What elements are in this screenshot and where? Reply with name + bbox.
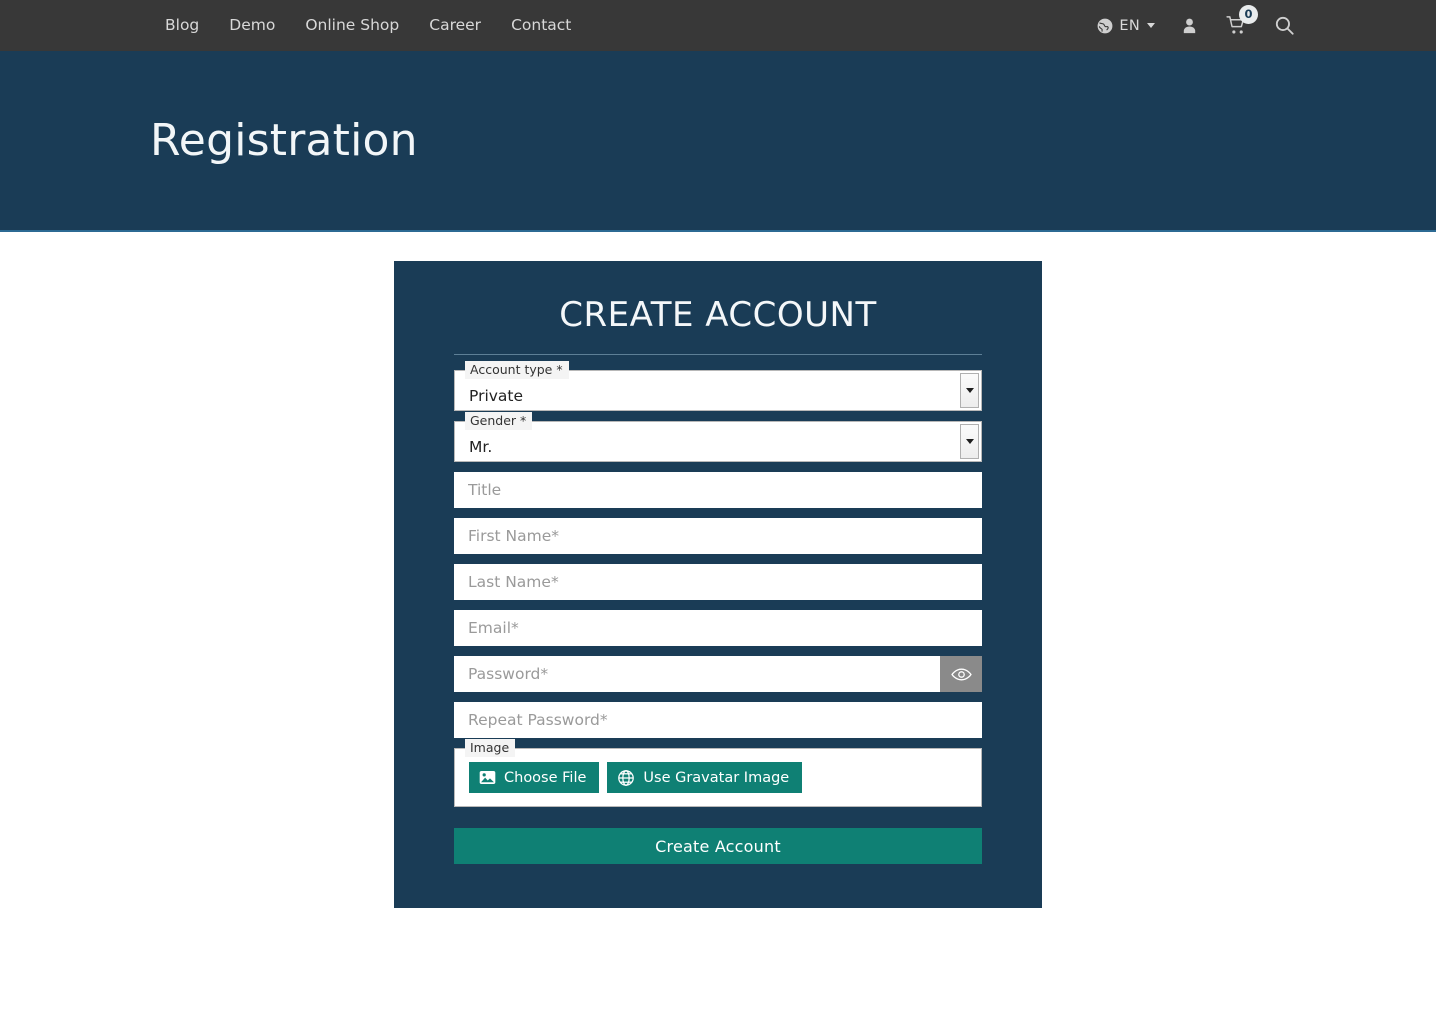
last-name-input[interactable] xyxy=(454,564,982,600)
registration-panel: CREATE ACCOUNT Account type * Private Ge… xyxy=(394,261,1042,908)
password-field xyxy=(454,656,982,692)
use-gravatar-button[interactable]: Use Gravatar Image xyxy=(607,762,802,793)
navbar-utilities: EN 0 xyxy=(1084,0,1308,51)
gender-label: Gender * xyxy=(465,412,532,430)
account-type-label: Account type * xyxy=(465,361,569,379)
language-label: EN xyxy=(1119,18,1140,34)
eye-icon xyxy=(951,667,972,682)
nav-link-contact[interactable]: Contact xyxy=(496,0,586,51)
globe-icon xyxy=(617,769,635,787)
password-visibility-toggle[interactable] xyxy=(940,656,982,692)
page-content: CREATE ACCOUNT Account type * Private Ge… xyxy=(0,232,1436,908)
heading-divider xyxy=(454,354,982,355)
cart-count-badge: 0 xyxy=(1239,5,1258,24)
top-navbar: Blog Demo Online Shop Career Contact EN xyxy=(0,0,1436,51)
chevron-down-icon[interactable] xyxy=(960,424,979,459)
repeat-password-input[interactable] xyxy=(454,702,982,738)
nav-link-demo[interactable]: Demo xyxy=(214,0,290,51)
account-type-field: Account type * Private xyxy=(454,370,982,411)
form-heading: CREATE ACCOUNT xyxy=(454,295,982,335)
gender-select[interactable]: Mr. xyxy=(454,421,982,462)
gender-value: Mr. xyxy=(469,440,492,456)
image-upload-field: Image Choose File xyxy=(454,748,982,807)
gender-field: Gender * Mr. xyxy=(454,421,982,462)
password-row xyxy=(454,656,982,692)
cart-button[interactable]: 0 xyxy=(1212,0,1261,51)
nav-link-online-shop[interactable]: Online Shop xyxy=(290,0,414,51)
choose-file-label: Choose File xyxy=(504,770,586,786)
create-account-button[interactable]: Create Account xyxy=(454,828,982,864)
search-icon xyxy=(1274,15,1295,36)
nav-link-career[interactable]: Career xyxy=(414,0,496,51)
chevron-down-icon[interactable] xyxy=(960,373,979,408)
user-icon xyxy=(1180,16,1199,36)
image-upload-box: Choose File Use Gravatar Image xyxy=(454,748,982,807)
choose-file-button[interactable]: Choose File xyxy=(469,762,599,793)
picture-icon xyxy=(479,770,496,785)
first-name-field xyxy=(454,518,982,554)
globe-icon xyxy=(1096,17,1114,35)
password-input[interactable] xyxy=(454,656,940,692)
search-button[interactable] xyxy=(1261,0,1308,51)
email-input[interactable] xyxy=(454,610,982,646)
primary-navigation: Blog Demo Online Shop Career Contact xyxy=(150,0,586,51)
nav-link-blog[interactable]: Blog xyxy=(150,0,214,51)
image-label: Image xyxy=(465,739,515,757)
page-hero: Registration xyxy=(0,51,1436,232)
email-field xyxy=(454,610,982,646)
language-switcher[interactable]: EN xyxy=(1084,0,1167,51)
chevron-down-icon xyxy=(1147,23,1155,28)
gravatar-label: Use Gravatar Image xyxy=(643,770,789,786)
page-title: Registration xyxy=(150,115,418,166)
account-type-value: Private xyxy=(469,389,523,405)
title-input[interactable] xyxy=(454,472,982,508)
repeat-password-field xyxy=(454,702,982,738)
last-name-field xyxy=(454,564,982,600)
title-field xyxy=(454,472,982,508)
first-name-input[interactable] xyxy=(454,518,982,554)
account-button[interactable] xyxy=(1167,0,1212,51)
